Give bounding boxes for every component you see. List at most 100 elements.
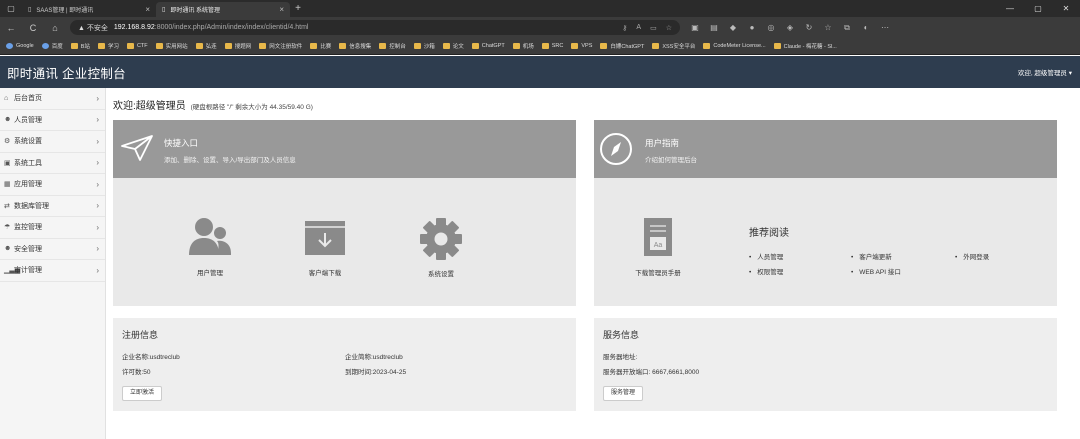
new-tab-button[interactable]: + — [290, 2, 306, 17]
recommended-reading-title: 推荐阅读 — [749, 228, 789, 239]
sidebar-item-label: 安全管理 — [14, 245, 42, 253]
browser-tab-admin[interactable]: ▯ 即时通讯 系统管理 × — [156, 2, 290, 17]
bookmark-item[interactable]: B站 — [70, 42, 90, 50]
user-guide-subtitle: 介绍如何管理后台 — [645, 157, 697, 164]
compass-icon — [600, 133, 632, 165]
grid-icon: ▦ — [4, 181, 11, 189]
window-menu-icon[interactable]: ▢ — [0, 0, 22, 17]
folder-icon — [224, 43, 232, 49]
browser-tab-strip: ▢ ▯ SAAS管理 | 即时通讯 × ▯ 即时通讯 系统管理 × + — ▢ … — [0, 0, 1080, 17]
sidebar-item[interactable]: ⌂ 后台首页 › — [0, 88, 105, 110]
bookmark-item[interactable]: 机场 — [512, 42, 534, 50]
user-menu[interactable]: 欢迎, 超级管理员 ▾ — [1018, 67, 1072, 77]
sidebar-item-label: 应用管理 — [14, 181, 42, 189]
quick-entry-header: 快捷入口 添加、删除、设置、导入/导出部门及人员信息 — [113, 120, 576, 178]
key-icon[interactable]: ⚷ — [622, 24, 627, 32]
bookmark-item[interactable]: XSS安全平台 — [652, 42, 695, 50]
bookmark-label: XSS安全平台 — [662, 44, 696, 50]
download-manual-link[interactable]: Aa 下载管理员手册 — [626, 217, 690, 277]
bookmark-item[interactable]: 百度 — [41, 42, 63, 50]
folder-icon — [541, 43, 549, 49]
bookmark-item[interactable]: 实用网站 — [155, 42, 188, 50]
favorites-icon[interactable]: ☆ — [823, 23, 833, 33]
reader-icon[interactable]: ▭ — [650, 24, 657, 32]
folder-icon — [126, 43, 134, 49]
bookmark-item[interactable]: ChatGPT — [471, 43, 505, 49]
bookmark-item[interactable]: 信息搜集 — [339, 42, 371, 50]
bookmark-item[interactable]: 沙箱 — [413, 42, 435, 50]
sidebar-item[interactable]: ☻ 人员管理 › — [0, 110, 105, 131]
bookmark-item[interactable]: 弘连 — [195, 42, 217, 50]
bookmark-item[interactable]: 论文 — [442, 42, 464, 50]
bookmark-label: 沙箱 — [423, 44, 435, 50]
sidebar-item[interactable]: ▣ 系统工具 › — [0, 153, 105, 174]
server-info-title: 服务信息 — [603, 330, 640, 340]
extension-icon[interactable]: ● — [747, 23, 757, 33]
sidebar-item[interactable]: ▦ 应用管理 › — [0, 174, 105, 196]
link-external-login[interactable]: 外网登录 — [955, 251, 989, 261]
app-header: 即时通讯 企业控制台 欢迎, 超级管理员 ▾ — [0, 56, 1080, 88]
bookmark-item[interactable]: CTF — [126, 43, 148, 49]
bookmark-label: 弘连 — [205, 44, 217, 50]
server-manage-button[interactable]: 服务管理 — [603, 386, 644, 401]
user-guide-panel: 用户指南 介绍如何管理后台 Aa 下载管理员手册 推荐阅读 人员管理 客户端更新… — [594, 120, 1057, 306]
link-permissions[interactable]: 权限管理 — [749, 266, 783, 276]
home-button[interactable]: ⌂ — [44, 23, 66, 33]
bookmark-label: 搜题网 — [234, 44, 252, 50]
sidebar-item[interactable]: ⇄ 数据库管理 › — [0, 196, 105, 217]
system-settings-label: 系统设置 — [428, 271, 454, 278]
registration-info-title: 注册信息 — [122, 330, 159, 340]
bookmark-item[interactable]: 网文注册软件 — [259, 42, 302, 50]
read-aloud-icon[interactable]: A — [636, 24, 641, 32]
extension-icon[interactable]: ▣ — [690, 23, 700, 33]
sidebar-item[interactable]: ☻ 安全管理 › — [0, 239, 105, 260]
maximize-button[interactable]: ▢ — [1024, 0, 1052, 17]
folder-icon — [773, 43, 781, 49]
link-client-update[interactable]: 客户端更新 — [851, 251, 892, 261]
profile-avatar[interactable]: ◐ — [861, 23, 871, 33]
url-bar[interactable]: ▲ 不安全 192.168.8.92:8000/index.php/Admin/… — [70, 20, 680, 35]
favorite-icon[interactable]: ☆ — [666, 24, 672, 32]
browser-tab-saas[interactable]: ▯ SAAS管理 | 即时通讯 × — [22, 2, 156, 17]
sidebar-item[interactable]: ⚙ 系统设置 › — [0, 131, 105, 153]
bookmark-item[interactable]: Claude - 梅花糖 - Sl... — [773, 42, 837, 50]
refresh-button[interactable]: C — [22, 23, 44, 33]
bookmark-item[interactable]: 控制台 — [379, 42, 406, 50]
user-management-shortcut[interactable]: 用户管理 — [183, 217, 237, 277]
back-button[interactable]: ← — [0, 23, 22, 33]
bookmark-item[interactable]: 搜题网 — [224, 42, 252, 50]
close-tab-icon[interactable]: × — [279, 5, 284, 14]
extension-icon[interactable]: ◎ — [766, 23, 776, 33]
bookmark-label: 实用网站 — [165, 44, 188, 50]
bookmark-item[interactable]: VPS — [571, 43, 592, 49]
activate-now-button[interactable]: 立即激活 — [122, 386, 163, 401]
client-download-shortcut[interactable]: 客户端下载 — [298, 217, 352, 277]
collections-icon[interactable]: ⧉ — [842, 23, 852, 33]
bookmark-item[interactable]: CodeMeter License... — [703, 43, 766, 49]
bookmarks-bar: Google 百度 B站 学习 CTF 实用网站 弘连 搜题网 网文注册软件 比赛 信息搜集 控制台 沙… — [0, 38, 1080, 55]
not-secure-warning[interactable]: ▲ 不安全 — [78, 23, 108, 33]
bookmark-item[interactable]: 白嫖ChatGPT — [600, 42, 644, 50]
bookmark-item[interactable]: Google — [6, 43, 34, 49]
more-menu-icon[interactable]: ⋯ — [880, 23, 890, 33]
user-guide-title: 用户指南 — [645, 138, 680, 148]
users-icon: ☻ — [4, 116, 12, 124]
system-settings-shortcut[interactable]: 系统设置 — [414, 217, 468, 278]
extension-icon[interactable]: ◆ — [728, 23, 738, 33]
bookmark-label: Google — [16, 43, 34, 49]
close-window-button[interactable]: ✕ — [1052, 0, 1080, 17]
sidebar-item[interactable]: ☂ 监控管理 › — [0, 217, 105, 239]
minimize-button[interactable]: — — [996, 0, 1024, 17]
shield-icon[interactable]: ◈ — [785, 23, 795, 33]
extension-icon[interactable]: ▤ — [709, 23, 719, 33]
link-web-api[interactable]: WEB API 接口 — [851, 266, 901, 276]
sidebar-item[interactable]: ▁▃▅ 审计管理 › — [0, 260, 105, 282]
bookmark-label: 网文注册软件 — [269, 44, 303, 50]
close-tab-icon[interactable]: × — [145, 5, 150, 14]
extension-icon[interactable]: ↻ — [804, 23, 814, 33]
client-download-label: 客户端下载 — [308, 270, 342, 277]
bookmark-item[interactable]: SRC — [541, 43, 563, 49]
bookmark-item[interactable]: 学习 — [97, 42, 119, 50]
link-user-management[interactable]: 人员管理 — [749, 251, 783, 261]
bookmark-item[interactable]: 比赛 — [310, 42, 331, 50]
